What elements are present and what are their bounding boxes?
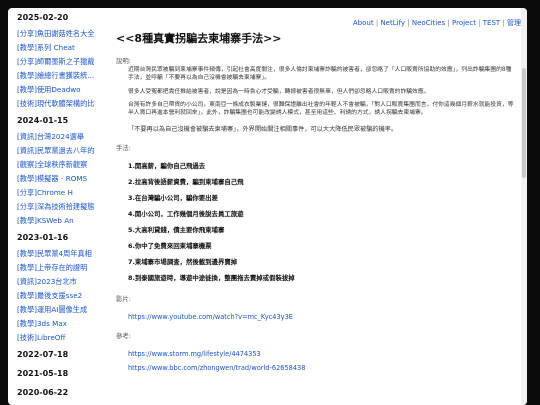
sidebar-post-link[interactable]: [教學]3ds Max bbox=[8, 317, 106, 331]
sidebar-date-heading: 2025-02-20 bbox=[17, 13, 69, 22]
tip-item: 1.開高薪，騙你自己飛過去 bbox=[128, 161, 206, 170]
nav-separator: | bbox=[475, 19, 483, 27]
sidebar-post-link[interactable]: [教學]繪總行書獲裝統... bbox=[8, 69, 106, 83]
sidebar: 2025-02-20 [分享]魚田謝菇姓名大全 [教學]系列 Cheat [分享]師爾… bbox=[8, 8, 106, 405]
reference-link[interactable]: https://www.storm.mg/lifestyle/4474353 bbox=[128, 350, 520, 364]
reference-link[interactable]: https://www.bbc.com/zhongwen/trad/world-… bbox=[128, 364, 520, 378]
sidebar-post-link[interactable]: [教學]民眾黨4周年真相 bbox=[8, 247, 106, 261]
tips-list: 1.開高薪，騙你自己飛過去 2.拉高背後語薪資費，騙到柬埔寨自己飛 3.在台灣騙小公… bbox=[110, 162, 520, 290]
tip-item: 2.拉高背後語薪資費，騙到柬埔寨自己飛 bbox=[128, 177, 244, 186]
nav-separator: | bbox=[405, 19, 412, 27]
sidebar-post-link[interactable]: [分享]魚田謝菇姓名大全 bbox=[8, 27, 106, 41]
sidebar-post-link[interactable]: [觀察]全球秩序新觀察 bbox=[8, 158, 106, 172]
nav-link[interactable]: TEST bbox=[483, 19, 500, 27]
sidebar-date-heading: 2024-01-15 bbox=[17, 116, 69, 125]
paragraph: 很多人受冤都把責任推給被害者，說是因為一時貪心才受騙，轉嫁被害者很無辜，但人們卻… bbox=[128, 88, 430, 95]
sidebar-post-link[interactable]: [教學]運用AI圖像生成 bbox=[8, 303, 106, 317]
quote: 「不要再以為自己沒機會被騙去柬埔寨」，外界開始關注相關事件，可以大大降低民眾被騙… bbox=[128, 125, 398, 133]
nav-separator: | bbox=[445, 19, 452, 27]
tip-item: 7.柬埔寨市場調查，然後載到邊界賣掉 bbox=[128, 257, 238, 266]
sidebar-post-link[interactable]: [教學]KSWeb An bbox=[8, 214, 106, 228]
sidebar-post-link[interactable]: [教學]模擬器 - ROMS bbox=[8, 172, 106, 186]
video-link[interactable]: https://www.youtube.com/watch?v=mc_Kyc43… bbox=[128, 313, 520, 327]
scrollbar-thumb[interactable] bbox=[522, 68, 526, 178]
tip-item: 6.你中了免費來回柬埔寨機票 bbox=[128, 241, 212, 250]
sidebar-post-link[interactable]: [分享]深為技術拾建擬態 bbox=[8, 200, 106, 214]
tip-item: 4.開小公司，工作幾個月後說去員工旅遊 bbox=[128, 209, 244, 218]
sidebar-post-link[interactable]: [分享]Chrome H bbox=[8, 186, 106, 200]
scrollbar[interactable] bbox=[521, 8, 527, 405]
sidebar-post-link[interactable]: [教學]上帝存在的證明 bbox=[8, 261, 106, 275]
ref-label: 參考: bbox=[116, 331, 131, 340]
nav-link[interactable]: NetLify bbox=[380, 19, 405, 27]
tip-item: 3.在台灣騙小公司，騙你要出差 bbox=[128, 193, 218, 202]
sidebar-post-link[interactable]: [教學]使用Deadwo bbox=[8, 83, 106, 97]
intro-label: 說明: bbox=[116, 57, 131, 65]
paragraph: 台灣有許多自己帶貨的小公司，東南亞一條成衣製業鏈，很難保證離出社會的年輕人不會被… bbox=[128, 102, 514, 117]
sidebar-date-heading: 2023-01-16 bbox=[17, 233, 69, 242]
tips-label: 手法: bbox=[116, 143, 131, 152]
sidebar-post-link[interactable]: [技術]LibreOff bbox=[8, 331, 106, 345]
sidebar-post-link[interactable]: [教學]系列 Cheat bbox=[8, 41, 106, 55]
sidebar-date-heading: 2021-05-18 bbox=[17, 369, 69, 378]
tip-item: 5.大高利貸錢，債主要你飛柬埔寨 bbox=[128, 225, 225, 234]
sidebar-post-link[interactable]: [技術]現代軟體架構的比 bbox=[8, 97, 106, 111]
page-title: <<8種真實拐騙去柬埔寨手法>> bbox=[116, 32, 282, 45]
sidebar-post-link[interactable]: [資訊]民眾黨過去八年的 bbox=[8, 144, 106, 158]
sidebar-post-link[interactable]: [分享]師爾墨斯之子獵戴 bbox=[8, 55, 106, 69]
nav-separator: | bbox=[500, 19, 507, 27]
top-nav: About | NetLify | NeoCities | Project | … bbox=[353, 18, 521, 28]
nav-link[interactable]: About bbox=[353, 19, 374, 27]
page-frame: 2025-02-20 [分享]魚田謝菇姓名大全 [教學]系列 Cheat [分享]師爾… bbox=[8, 8, 527, 405]
sidebar-post-link[interactable]: [教學]最後支援sse2 bbox=[8, 289, 106, 303]
paragraph: 近期台灣民眾被騙到柬埔寨事件頻傳，引起社會高度關注，很多人倫討柬埔寨詐騙的被害者… bbox=[128, 67, 512, 81]
sidebar-date-heading: 2020-06-22 bbox=[17, 388, 69, 397]
nav-link[interactable]: NeoCities bbox=[412, 19, 445, 27]
sidebar-date-heading: 2022-07-18 bbox=[17, 350, 69, 359]
nav-link[interactable]: Project bbox=[452, 19, 476, 27]
nav-link[interactable]: 管理 bbox=[507, 19, 521, 27]
sidebar-post-link[interactable]: [資訊]2023台北市 bbox=[8, 275, 106, 289]
tip-item: 8.到泰國旅遊時，導遊中途徙換，整團拖去賣掉或假裝拔掉 bbox=[128, 273, 295, 282]
video-label: 影片: bbox=[116, 294, 131, 303]
article: <<8種真實拐騙去柬埔寨手法>> 說明: 近期台灣民眾被騙到柬埔寨事件頻傳，引起… bbox=[110, 30, 520, 405]
sidebar-post-link[interactable]: [資訊]台灣2024選舉 bbox=[8, 130, 106, 144]
